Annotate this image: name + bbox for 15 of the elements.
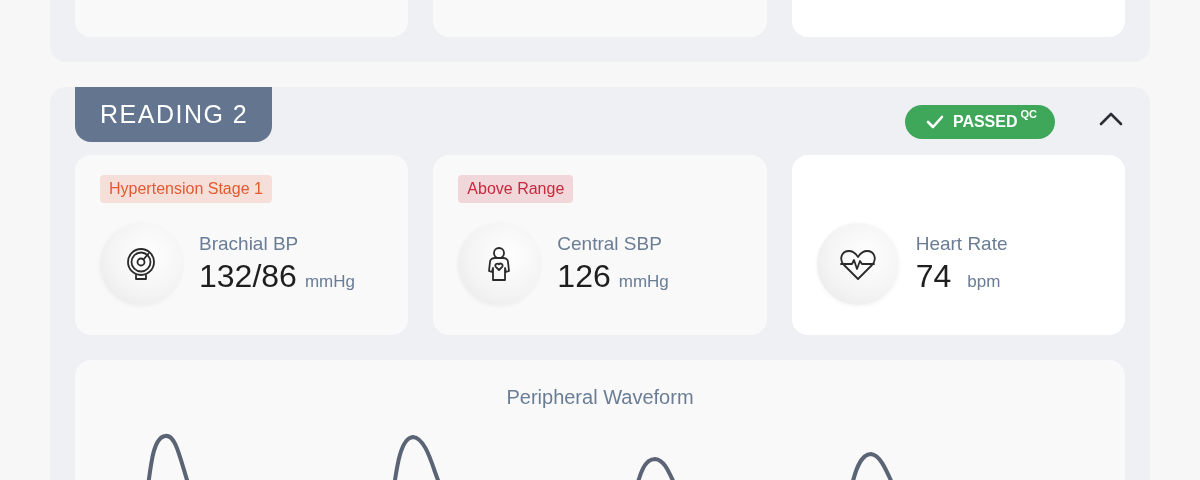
metric-value: 132/86: [199, 257, 297, 296]
metric-label: Heart Rate: [915, 232, 1008, 256]
metric-value: 74: [915, 257, 952, 296]
metric-unit: mmHg: [304, 271, 355, 293]
metric-label: Central SBP: [557, 232, 663, 256]
status-tag: Above Range: [458, 175, 574, 203]
reading-title: READING 2: [75, 87, 272, 142]
status-tag: Hypertension Stage 1: [100, 175, 272, 203]
qc-label: PASSED$^{QC}$: [952, 111, 1037, 132]
checkmark-icon: [924, 113, 945, 131]
metric-value: 126: [557, 257, 611, 296]
metric-label: Brachial BP: [199, 232, 300, 256]
metric-unit: bpm: [967, 271, 1001, 293]
metric-unit: mmHg: [618, 271, 669, 293]
waveform-title: Peripheral Waveform: [506, 385, 694, 410]
